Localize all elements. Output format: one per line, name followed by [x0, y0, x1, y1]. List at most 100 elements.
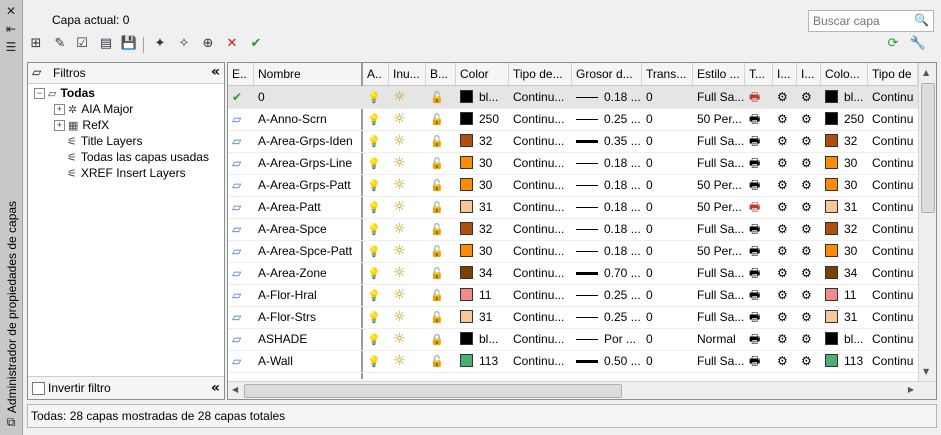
new-vp-freeze-icon[interactable]: ⚙: [801, 222, 812, 236]
table-row[interactable]: ▱ A-Area-Grps-Patt 💡 ☼ 🔓 30 Continu... 0.18 ...…: [228, 174, 918, 197]
table-row[interactable]: ▱ A-Area-Spce 💡 ☼ 🔓 32 Continu... 0.18 ... 0 Full…: [228, 218, 918, 241]
new-vp-freeze-cell[interactable]: ⚙: [797, 196, 821, 218]
layer-name-cell[interactable]: A-Area-Zone: [254, 262, 363, 284]
vp-freeze-icon[interactable]: ⚙: [777, 332, 788, 346]
plot-cell[interactable]: 🖶: [745, 306, 773, 328]
status-cell[interactable]: ▱: [228, 152, 254, 174]
table-row[interactable]: ▱ A-Flor-Hral 💡 ☼ 🔓 11 Continu... 0.25 ... 0 Full…: [228, 284, 918, 307]
transparency-cell[interactable]: 0: [642, 328, 693, 350]
table-row[interactable]: ▱ A-Area-Zone 💡 ☼ 🔓 34 Continu... 0.70 ... 0 Full…: [228, 262, 918, 285]
color-cell[interactable]: 31: [456, 306, 509, 328]
vp-freeze-cell[interactable]: ⚙: [773, 306, 797, 328]
sun-thaw-icon[interactable]: ☼: [393, 111, 406, 127]
freeze-cell[interactable]: ☼: [389, 240, 426, 262]
sun-thaw-icon[interactable]: ☼: [393, 221, 406, 237]
collapse-filters-icon[interactable]: «: [211, 64, 220, 80]
vp-color-cell[interactable]: bl...: [821, 328, 868, 350]
lock-open-icon[interactable]: 🔓: [430, 355, 444, 368]
properties-menu-icon[interactable]: ☰: [3, 40, 19, 54]
freeze-cell[interactable]: ☼: [389, 174, 426, 196]
color-cell[interactable]: 113: [456, 350, 509, 372]
vp-linetype-cell[interactable]: Continu: [868, 174, 918, 196]
transparency-cell[interactable]: 0: [642, 86, 693, 108]
printer-icon[interactable]: 🖶: [749, 266, 760, 280]
filter-node-title-layers[interactable]: ⚟ Title Layers: [67, 133, 142, 149]
table-row[interactable]: ✔ 0 💡 ☼ 🔓 bl... Continu... 0.18 ... 0 Full Sa... 🖶…: [228, 86, 918, 109]
freeze-cell[interactable]: ☼: [389, 284, 426, 306]
color-cell[interactable]: 11: [456, 284, 509, 306]
layer-name-cell[interactable]: A-Flor-Strs: [254, 306, 363, 328]
layer-status-icon[interactable]: ▱: [232, 354, 241, 368]
layer-status-icon[interactable]: ▱: [232, 332, 241, 346]
column-header-vp-linetype[interactable]: Tipo de: [868, 63, 918, 85]
vp-freeze-cell[interactable]: ⚙: [773, 196, 797, 218]
freeze-cell[interactable]: ☼: [389, 86, 426, 108]
filter-node-used-layers[interactable]: ⚟ Todas las capas usadas: [67, 149, 209, 165]
vp-freeze-cell[interactable]: ⚙: [773, 328, 797, 350]
column-header-plotstyle[interactable]: Estilo ...: [693, 63, 745, 85]
printer-icon[interactable]: 🖶: [749, 332, 760, 346]
plot-cell[interactable]: 🖶: [745, 218, 773, 240]
vp-color-cell[interactable]: 113: [821, 350, 868, 372]
linetype-cell[interactable]: Continu...: [509, 306, 572, 328]
plot-cell[interactable]: 🖶: [745, 86, 773, 108]
lineweight-cell[interactable]: 0.50 ...: [572, 350, 642, 372]
lock-cell[interactable]: 🔓: [426, 152, 456, 174]
layer-name-cell[interactable]: A-Area-Spce: [254, 218, 363, 240]
new-vp-freeze-cell[interactable]: ⚙: [797, 152, 821, 174]
linetype-cell[interactable]: Continu...: [509, 152, 572, 174]
linetype-cell[interactable]: Continu...: [509, 284, 572, 306]
color-cell[interactable]: 30: [456, 152, 509, 174]
status-cell[interactable]: ✔: [228, 86, 254, 108]
lock-open-icon[interactable]: 🔓: [430, 289, 444, 302]
layer-status-icon[interactable]: ▱: [232, 134, 241, 148]
vp-linetype-cell[interactable]: Continu: [868, 350, 918, 372]
vp-color-cell[interactable]: 32: [821, 130, 868, 152]
lock-open-icon[interactable]: 🔓: [430, 201, 444, 214]
no-plot-printer-icon[interactable]: 🖶: [749, 200, 760, 214]
column-header-vp-color[interactable]: Colo...: [821, 63, 868, 85]
plot-cell[interactable]: 🖶: [745, 240, 773, 262]
lightbulb-on-icon[interactable]: 💡: [367, 289, 381, 302]
status-cell[interactable]: ▱: [228, 350, 254, 372]
printer-icon[interactable]: 🖶: [749, 134, 760, 148]
lock-cell[interactable]: 🔓: [426, 240, 456, 262]
plot-cell[interactable]: 🖶: [745, 284, 773, 306]
vp-freeze-cell[interactable]: ⚙: [773, 218, 797, 240]
printer-icon[interactable]: 🖶: [749, 178, 760, 192]
new-vp-freeze-icon[interactable]: ⚙: [801, 112, 812, 126]
plot-style-cell[interactable]: 50 Per...: [693, 108, 745, 130]
printer-icon[interactable]: 🖶: [749, 112, 760, 126]
layer-status-icon[interactable]: ▱: [232, 222, 241, 236]
vp-linetype-cell[interactable]: Continu: [868, 328, 918, 350]
vp-linetype-cell[interactable]: Continu: [868, 196, 918, 218]
set-current-icon[interactable]: ✔: [247, 35, 265, 53]
column-header-lineweight[interactable]: Grosor d...: [572, 63, 642, 85]
plot-cell[interactable]: 🖶: [745, 196, 773, 218]
new-vp-freeze-cell[interactable]: ⚙: [797, 218, 821, 240]
lock-cell[interactable]: 🔓: [426, 108, 456, 130]
new-vp-freeze-icon[interactable]: ⚙: [801, 200, 812, 214]
scroll-right-icon[interactable]: ▶: [908, 385, 914, 394]
on-off-cell[interactable]: 💡: [363, 240, 389, 262]
vp-color-cell[interactable]: 30: [821, 152, 868, 174]
new-layer-icon[interactable]: ✦: [151, 35, 169, 53]
status-cell[interactable]: ▱: [228, 328, 254, 350]
layer-status-icon[interactable]: ▱: [232, 288, 241, 302]
lock-open-icon[interactable]: 🔓: [430, 311, 444, 324]
vp-linetype-cell[interactable]: Continu: [868, 240, 918, 262]
printer-icon[interactable]: 🖶: [749, 156, 760, 170]
printer-icon[interactable]: 🖶: [749, 354, 760, 368]
new-vp-freeze-icon[interactable]: ⚙: [801, 90, 812, 104]
lightbulb-on-icon[interactable]: 💡: [367, 223, 381, 236]
linetype-cell[interactable]: Continu...: [509, 218, 572, 240]
sun-thaw-icon[interactable]: ☼: [393, 89, 406, 105]
new-vp-freeze-cell[interactable]: ⚙: [797, 240, 821, 262]
filter-node-aia-major[interactable]: + ✲ AIA Major: [54, 101, 133, 117]
lineweight-cell[interactable]: Por ...: [572, 328, 642, 350]
lightbulb-on-icon[interactable]: 💡: [367, 333, 381, 346]
freeze-cell[interactable]: ☼: [389, 350, 426, 372]
new-vp-freeze-icon[interactable]: ⚙: [801, 178, 812, 192]
plot-style-cell[interactable]: Full Sa...: [693, 86, 745, 108]
lineweight-cell[interactable]: 0.18 ...: [572, 152, 642, 174]
